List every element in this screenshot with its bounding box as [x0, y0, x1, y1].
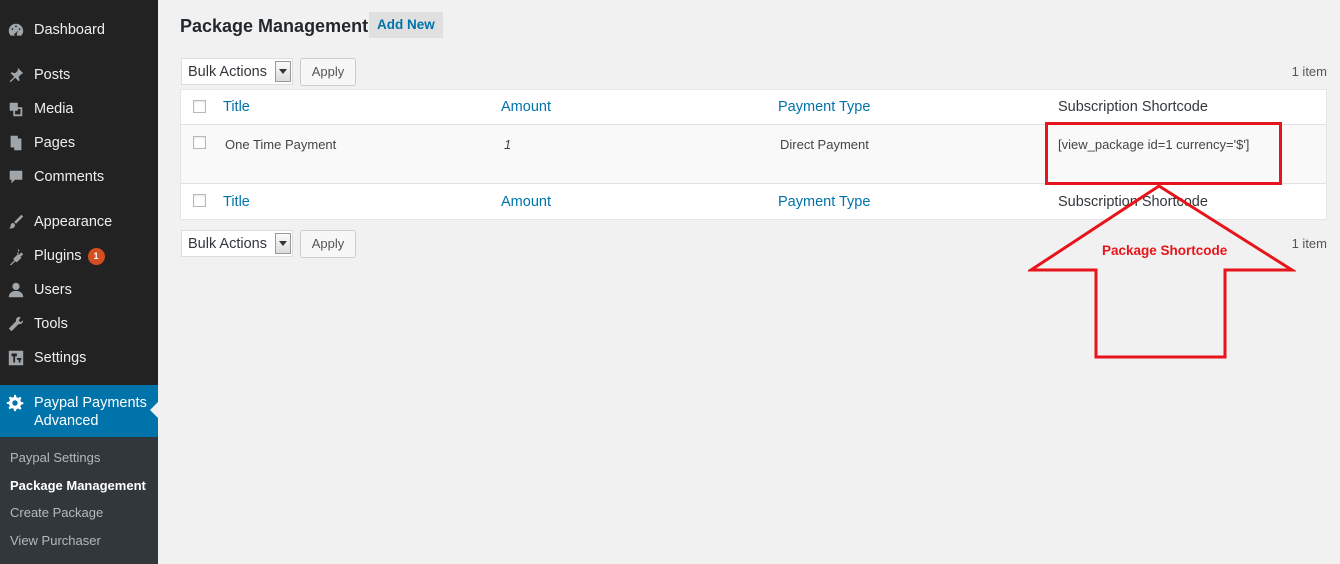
column-header-subscription-shortcode: Subscription Shortcode [1058, 99, 1208, 115]
shortcode-highlight-box [1045, 122, 1282, 185]
settings-icon [6, 348, 26, 368]
column-footer-payment-type[interactable]: Payment Type [778, 194, 870, 210]
apply-button-bottom[interactable]: Apply [300, 230, 356, 258]
page-title: Package Management [180, 16, 369, 36]
column-footer-amount[interactable]: Amount [501, 194, 551, 210]
select-all-checkbox-footer[interactable] [193, 194, 206, 207]
column-footer-title[interactable]: Title [223, 194, 250, 210]
comment-icon [6, 167, 26, 187]
annotation-arrow [1028, 184, 1296, 359]
paintbrush-icon [6, 212, 26, 232]
row-checkbox[interactable] [193, 136, 206, 149]
menu-label-comments: Comments [34, 169, 105, 185]
bulk-actions-label-top: Bulk Actions [188, 63, 267, 80]
menu-label-pages: Pages [34, 135, 76, 151]
menu-label-plugins: Plugins [34, 248, 82, 264]
menu-item-plugins[interactable]: Plugins 1 [0, 239, 158, 273]
submenu-create-package[interactable]: Create Package [0, 502, 158, 530]
submenu: Paypal Settings Package Management Creat… [0, 437, 158, 564]
column-header-title[interactable]: Title [223, 99, 250, 115]
menu-label-users: Users [34, 282, 72, 298]
submenu-view-purchaser[interactable]: View Purchaser [0, 530, 158, 558]
annotation-label: Package Shortcode [1102, 243, 1228, 258]
menu-label-settings: Settings [34, 350, 87, 366]
plugin-icon [6, 246, 26, 266]
apply-button-top[interactable]: Apply [300, 58, 356, 86]
bulk-actions-select-top[interactable]: Bulk Actions [181, 58, 293, 85]
column-header-amount[interactable]: Amount [501, 99, 551, 115]
submenu-paypal-settings[interactable]: Paypal Settings [0, 447, 158, 475]
menu-label-posts: Posts [34, 67, 71, 83]
bulk-actions-label-bottom: Bulk Actions [188, 235, 267, 252]
plugin-update-badge: 1 [87, 247, 105, 265]
menu-item-settings[interactable]: Settings [0, 341, 158, 375]
user-icon [6, 280, 26, 300]
table-header-row: Title Amount Payment Type Subscription S… [181, 90, 1326, 125]
menu-label-appearance: Appearance [34, 214, 113, 230]
bulk-actions-select-bottom[interactable]: Bulk Actions [181, 230, 293, 257]
dashboard-icon [6, 20, 26, 40]
menu-label-dashboard: Dashboard [34, 22, 105, 38]
column-header-payment-type[interactable]: Payment Type [778, 99, 870, 115]
wrench-icon [6, 314, 26, 334]
menu-label-tools: Tools [34, 316, 68, 332]
menu-item-comments[interactable]: Comments [0, 160, 158, 194]
select-all-checkbox[interactable] [193, 100, 206, 113]
item-count-top: 1 item [1291, 64, 1327, 79]
pin-icon [6, 65, 26, 85]
submenu-package-management[interactable]: Package Management [0, 475, 158, 503]
menu-item-posts[interactable]: Posts [0, 58, 158, 92]
menu-item-appearance[interactable]: Appearance [0, 205, 158, 239]
menu-item-paypal-payments-advanced[interactable]: Paypal Payments Advanced [0, 385, 158, 437]
active-menu-arrow [150, 402, 158, 418]
menu-item-users[interactable]: Users [0, 273, 158, 307]
gear-icon [6, 394, 26, 414]
menu-item-pages[interactable]: Pages [0, 126, 158, 160]
add-new-button[interactable]: Add New [369, 12, 443, 38]
admin-sidebar: Dashboard Posts Media Pages Comments App… [0, 0, 158, 564]
menu-item-tools[interactable]: Tools [0, 307, 158, 341]
chevron-down-icon [275, 61, 291, 82]
chevron-down-icon [275, 233, 291, 254]
row-payment-type: Direct Payment [780, 137, 869, 152]
media-icon [6, 99, 26, 119]
row-title[interactable]: One Time Payment [225, 137, 336, 152]
pages-icon [6, 133, 26, 153]
item-count-bottom: 1 item [1291, 236, 1327, 251]
menu-item-media[interactable]: Media [0, 92, 158, 126]
menu-label-paypal-payments-advanced: Paypal Payments Advanced [34, 395, 147, 429]
row-amount: 1 [504, 137, 512, 152]
menu-item-dashboard[interactable]: Dashboard [0, 13, 158, 47]
menu-label-media: Media [34, 101, 74, 117]
